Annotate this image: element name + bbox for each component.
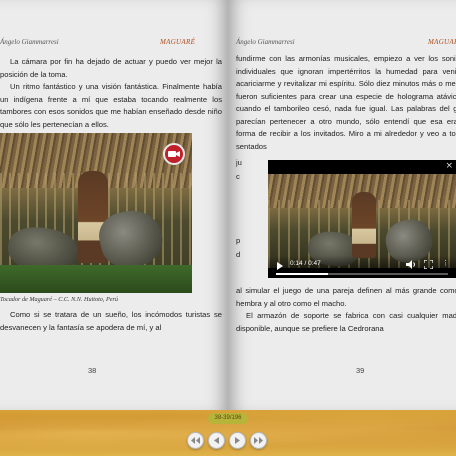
double-chevron-left-icon	[191, 437, 200, 444]
camera-icon	[168, 151, 180, 157]
right-top-text: fundirme con las armonías musicales, emp…	[236, 53, 456, 153]
paragraph: Un ritmo fantástico y una visión fantást…	[0, 82, 222, 129]
page-indicator: 38-39/196	[208, 413, 248, 424]
chevron-right-icon	[235, 437, 240, 444]
paragraph: El armazón de soporte se fabrica con cas…	[236, 311, 456, 333]
video-frame[interactable]	[268, 174, 456, 268]
last-page-button[interactable]	[250, 432, 267, 449]
paragraph: Como si se tratara de un sueño, los incó…	[0, 310, 222, 332]
side-fragment: d	[236, 250, 241, 259]
previous-page-button[interactable]	[208, 432, 225, 449]
chevron-left-icon	[214, 437, 219, 444]
next-page-button[interactable]	[229, 432, 246, 449]
paragraph: La cámara por fin ha dejado de actuar y …	[0, 57, 222, 79]
navigation-bar: 38-39/196	[0, 410, 456, 456]
right-bottom-text: al simular el juego de una pareja define…	[236, 285, 456, 335]
running-author: Ángelo Giammarresi	[0, 38, 59, 46]
paragraph: al simular el juego de una pareja define…	[236, 286, 456, 308]
page-number: 39	[356, 366, 365, 375]
side-fragment: p	[236, 236, 241, 245]
video-camera-icon[interactable]	[163, 143, 185, 165]
left-top-text: La cámara por fin ha dejado de actuar y …	[0, 56, 222, 131]
side-fragment: ju	[236, 158, 242, 167]
left-page: Ángelo Giammarresi MAGUARÉ La cámara por…	[0, 0, 228, 410]
book-viewer: Ángelo Giammarresi MAGUARÉ La cámara por…	[0, 0, 456, 410]
running-title: MAGUARÉ	[160, 38, 196, 46]
running-author: Ángelo Giammarresi	[236, 38, 295, 46]
left-bottom-text: Como si se tratara de un sueño, los incó…	[0, 309, 222, 334]
side-fragment: c	[236, 172, 240, 181]
first-page-button[interactable]	[187, 432, 204, 449]
photo-caption: Tocador de Maguaré – C.C. N.N. Huitoto, …	[0, 296, 119, 303]
double-chevron-right-icon	[254, 437, 263, 444]
close-video-button[interactable]: ×	[445, 161, 453, 171]
paragraph: fundirme con las armonías musicales, emp…	[236, 54, 456, 151]
page-number: 38	[88, 366, 97, 375]
video-player[interactable]: ×	[268, 160, 456, 278]
running-title: MAGUARÉ	[428, 38, 456, 46]
